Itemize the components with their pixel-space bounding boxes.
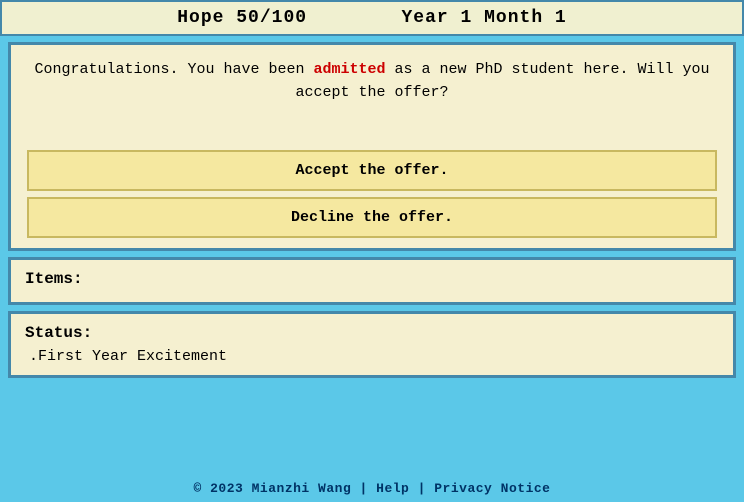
- items-label: Items:: [25, 270, 83, 288]
- footer-text: © 2023 Mianzhi Wang | Help | Privacy Not…: [194, 481, 551, 496]
- status-title: Status:: [25, 324, 719, 342]
- main-area: Congratulations. You have been admitted …: [0, 36, 744, 475]
- items-panel: Items:: [8, 257, 736, 305]
- footer: © 2023 Mianzhi Wang | Help | Privacy Not…: [0, 475, 744, 502]
- dialog-box: Congratulations. You have been admitted …: [8, 42, 736, 251]
- year-month-label: Year 1 Month 1: [402, 8, 567, 28]
- accept-button[interactable]: Accept the offer.: [27, 150, 717, 191]
- admitted-word: admitted: [313, 61, 385, 78]
- dialog-text: Congratulations. You have been admitted …: [27, 59, 717, 104]
- buttons-area: Accept the offer. Decline the offer.: [27, 150, 717, 238]
- decline-button[interactable]: Decline the offer.: [27, 197, 717, 238]
- status-panel: Status: .First Year Excitement: [8, 311, 736, 378]
- hope-label: Hope 50/100: [177, 8, 307, 28]
- header-bar: Hope 50/100 Year 1 Month 1: [0, 0, 744, 36]
- dialog-spacer: [27, 112, 717, 142]
- dialog-text-before: Congratulations. You have been: [34, 61, 313, 78]
- status-item-1: .First Year Excitement: [25, 348, 719, 365]
